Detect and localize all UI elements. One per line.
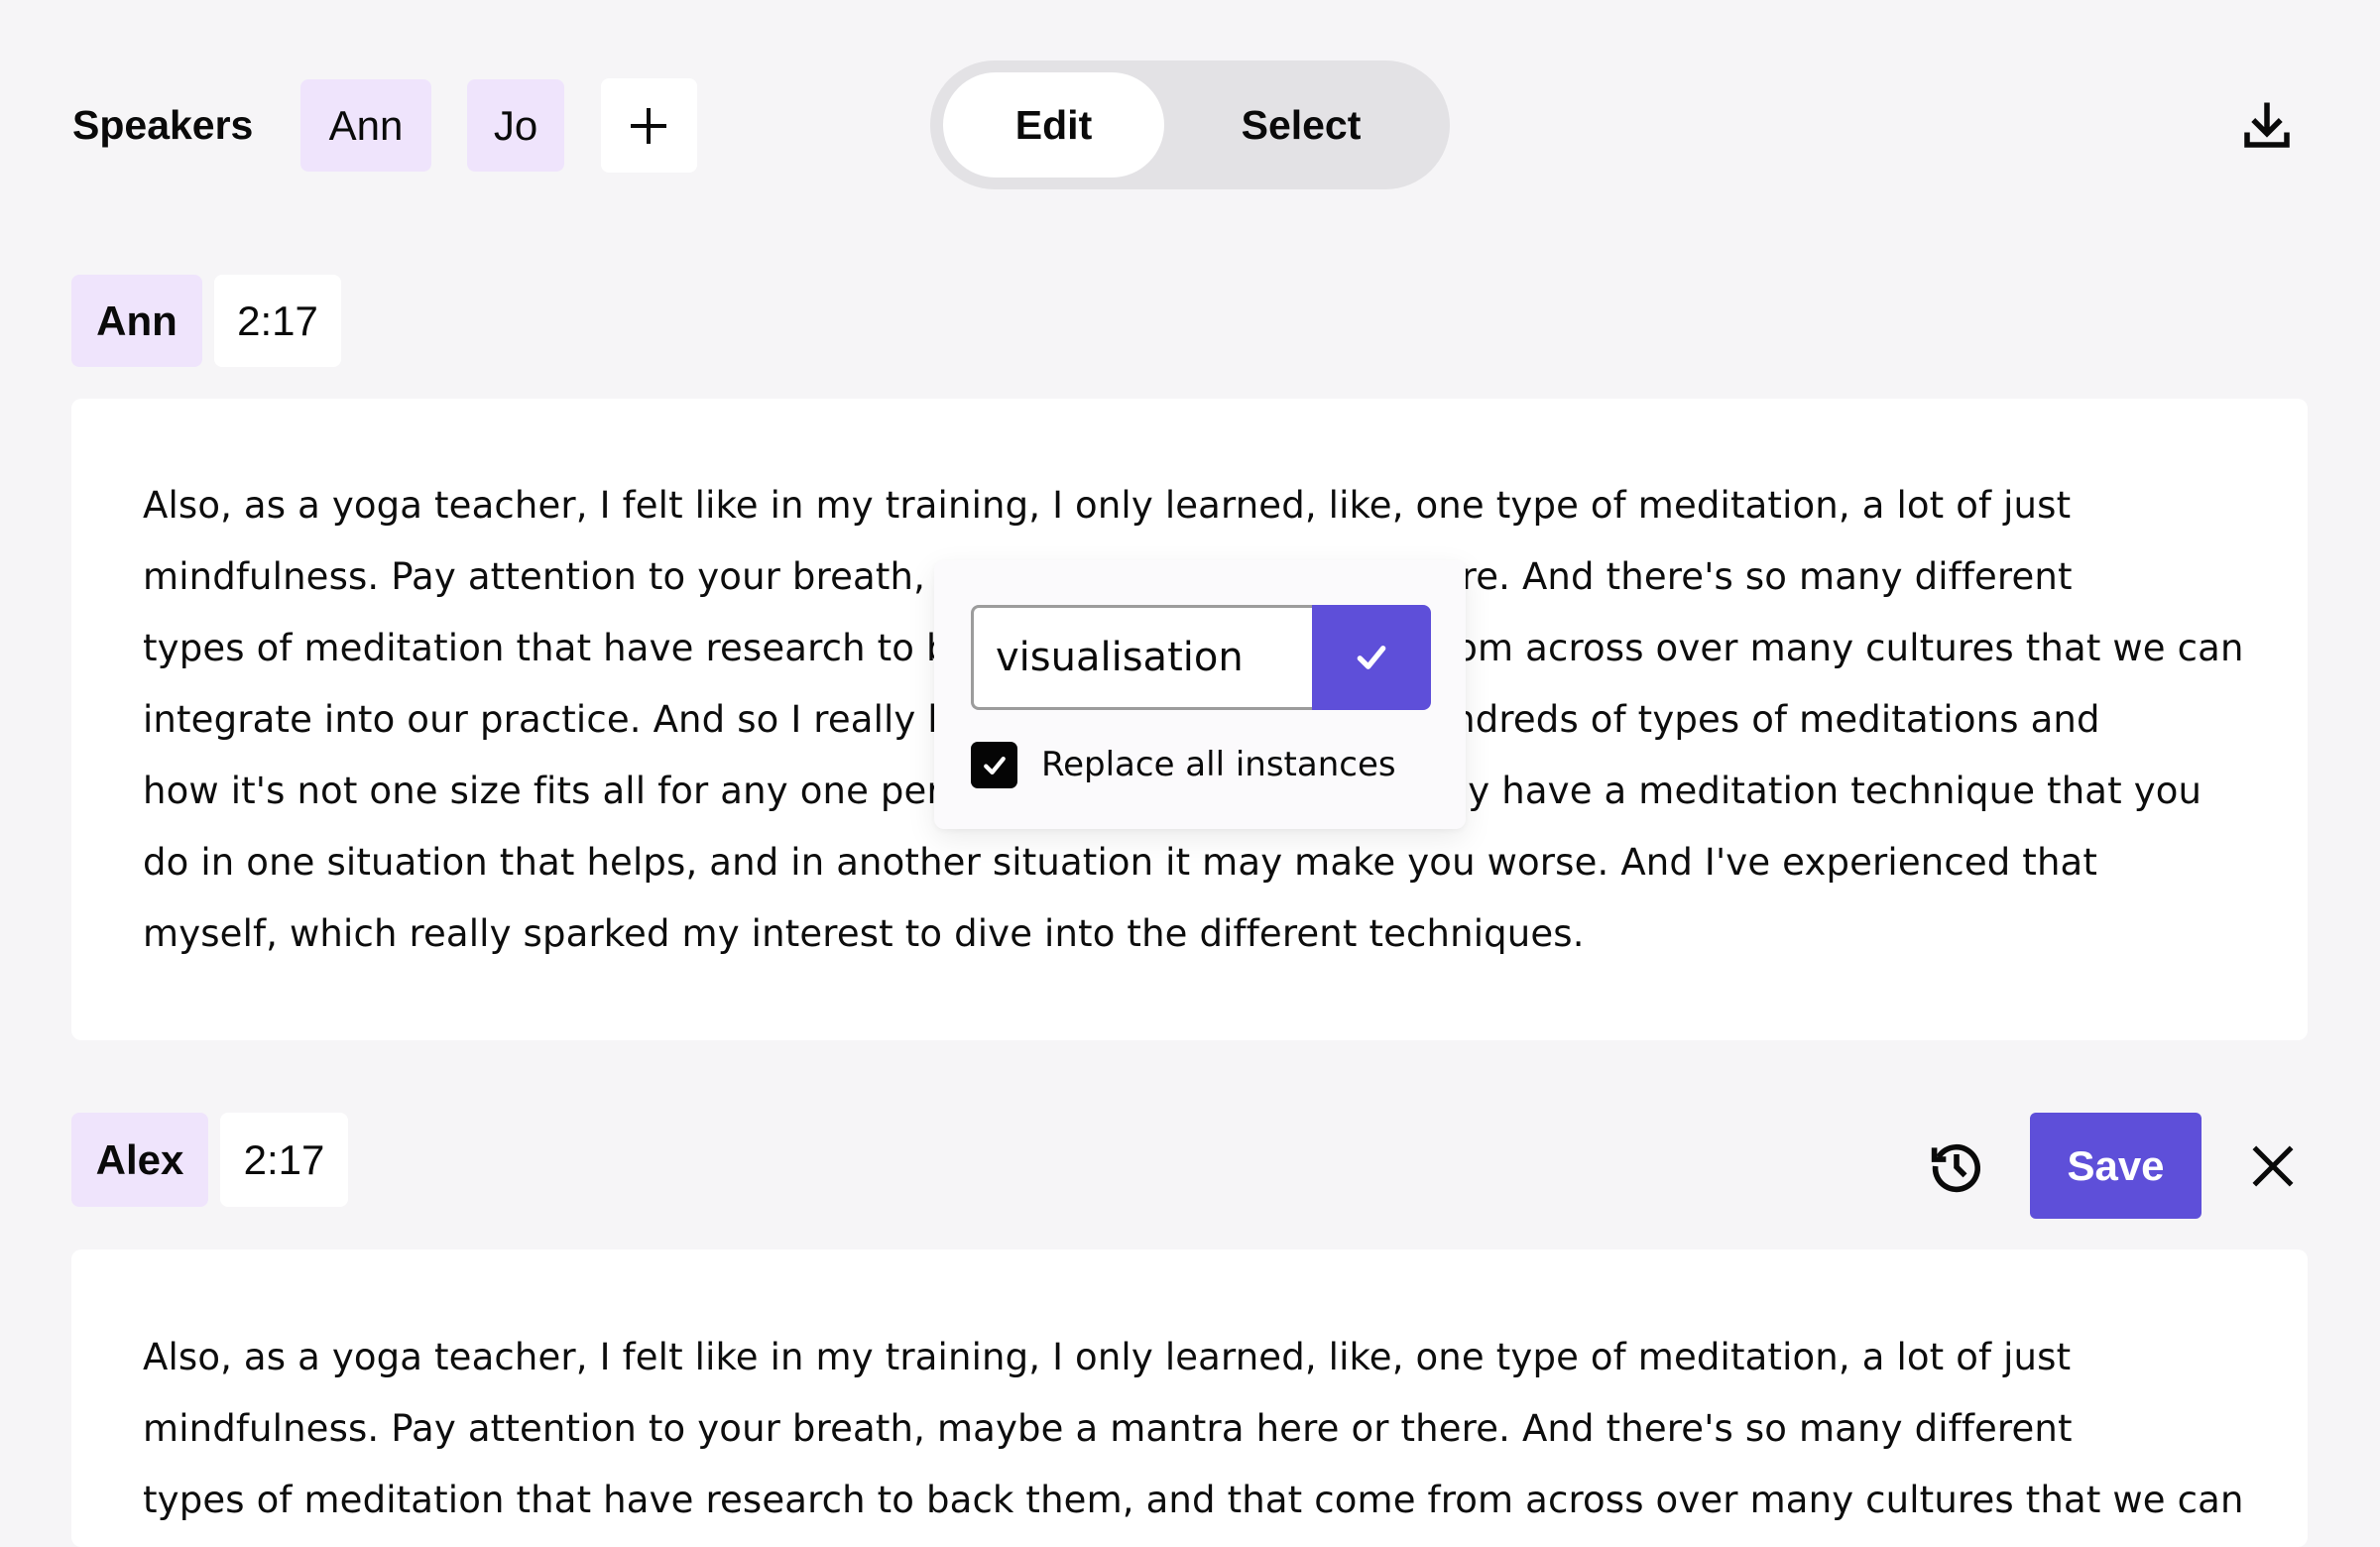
transcript-line: do in one situation that helps, and in a… [143, 841, 2098, 884]
transcript-text[interactable]: Also, as a yoga teacher, I felt like in … [143, 1322, 2244, 1536]
replace-all-checkbox[interactable] [971, 742, 1017, 788]
checkbox-check-icon [983, 756, 1006, 774]
segment-speaker-chip[interactable]: Ann [71, 275, 202, 367]
check-icon [1357, 646, 1386, 669]
close-button[interactable] [2235, 1129, 2311, 1204]
transcript-line: types of meditation that have research t… [143, 1479, 2244, 1521]
mode-option-edit[interactable]: Edit [943, 72, 1164, 178]
speaker-chip-jo[interactable]: Jo [467, 79, 564, 172]
replace-all-label[interactable]: Replace all instances [1041, 742, 1396, 788]
transcript-card: Also, as a yoga teacher, I felt like in … [71, 1250, 2308, 1547]
download-icon [2244, 102, 2290, 148]
mode-toggle: Edit Select [930, 60, 1450, 189]
replacement-input[interactable] [971, 605, 1312, 710]
confirm-replace-button[interactable] [1312, 605, 1431, 710]
transcript-line: myself, which really sparked my interest… [143, 912, 1585, 955]
history-button[interactable] [1919, 1129, 1994, 1204]
download-button[interactable] [2231, 89, 2303, 161]
segment-timestamp[interactable]: 2:17 [214, 275, 341, 367]
segment-timestamp[interactable]: 2:17 [220, 1113, 348, 1207]
segment-speaker-chip[interactable]: Alex [71, 1113, 208, 1207]
add-speaker-button[interactable] [601, 78, 697, 173]
save-button[interactable]: Save [2030, 1113, 2202, 1219]
speaker-chip-ann[interactable]: Ann [300, 79, 431, 172]
history-icon [1931, 1143, 1980, 1193]
replace-word-popup: Replace all instances [934, 560, 1466, 829]
close-icon [2252, 1145, 2294, 1187]
transcript-line: Also, as a yoga teacher, I felt like in … [143, 484, 2072, 527]
mode-option-select[interactable]: Select [1164, 72, 1438, 178]
speakers-label: Speakers [72, 102, 254, 148]
transcript-line: mindfulness. Pay attention to your breat… [143, 1407, 2073, 1450]
transcript-line: Also, as a yoga teacher, I felt like in … [143, 1336, 2072, 1378]
